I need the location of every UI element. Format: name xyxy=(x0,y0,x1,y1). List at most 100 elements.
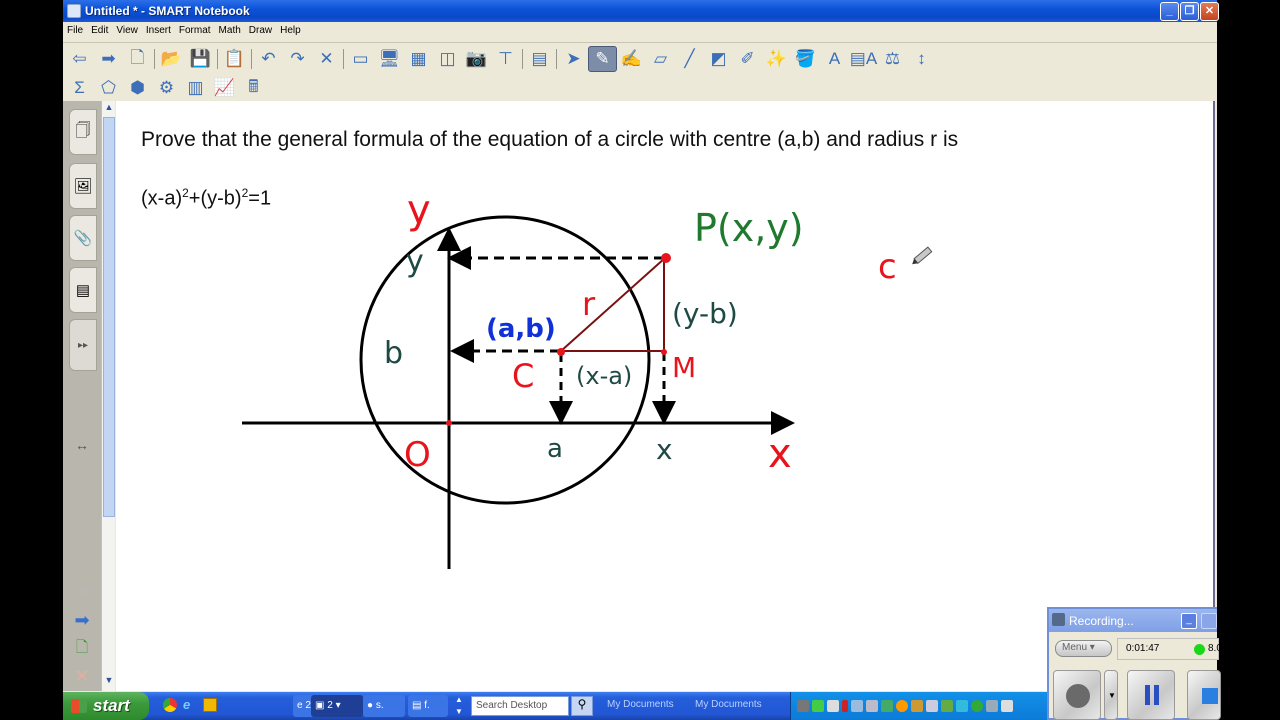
tray-icon-10[interactable] xyxy=(926,700,938,712)
tray-icon-4[interactable] xyxy=(842,700,848,712)
record-button[interactable] xyxy=(1053,670,1101,720)
chrome-icon[interactable] xyxy=(163,698,177,712)
start-button[interactable]: start xyxy=(63,692,149,720)
pen-button[interactable]: ✎ xyxy=(588,46,617,72)
shapes-button[interactable]: ◩ xyxy=(704,46,733,72)
screen-shade-button[interactable]: ▭ xyxy=(346,46,375,72)
tray-icon-3[interactable] xyxy=(827,700,839,712)
tray-icon-1[interactable] xyxy=(797,700,809,712)
forward-button[interactable]: ➡ xyxy=(94,46,123,72)
menu-format[interactable]: Format xyxy=(175,22,215,36)
tab-properties[interactable]: ▤ xyxy=(69,267,97,313)
scrollbar-thumb[interactable] xyxy=(103,117,115,517)
my-documents-link-2[interactable]: My Documents xyxy=(695,699,762,710)
menu-help[interactable]: Help xyxy=(276,22,305,36)
vertical-scrollbar[interactable]: ▲ ▼ xyxy=(101,101,115,691)
eraser-button[interactable]: ▱ xyxy=(646,46,675,72)
full-screen-button[interactable]: 🖥 xyxy=(375,46,404,72)
delete-page-button[interactable]: ✕ xyxy=(69,665,95,687)
stop-button[interactable] xyxy=(1187,670,1221,720)
tab-attachments[interactable]: 📎 xyxy=(69,215,97,261)
menu-insert[interactable]: Insert xyxy=(142,22,175,36)
outlook-icon[interactable] xyxy=(203,698,217,712)
tray-icon-9[interactable] xyxy=(911,700,923,712)
delete-button[interactable]: ✕ xyxy=(312,46,341,72)
restore-button[interactable]: ❐ xyxy=(1180,2,1199,21)
redo-button[interactable]: ↷ xyxy=(283,46,312,72)
add-page-button[interactable]: 🗋 xyxy=(123,46,152,72)
tray-icon-13[interactable] xyxy=(971,700,983,712)
whiteboard-page[interactable]: Prove that the general formula of the eq… xyxy=(116,101,1215,691)
paste-button[interactable]: 📋 xyxy=(220,46,249,72)
attachments-icon: 📎 xyxy=(73,230,93,247)
tray-icon-12[interactable] xyxy=(956,700,968,712)
tray-icon-5[interactable] xyxy=(851,700,863,712)
menu-file[interactable]: File xyxy=(63,22,87,36)
record-options-dropdown[interactable]: ▼ xyxy=(1104,670,1118,720)
scroll-down-arrow[interactable]: ▼ xyxy=(103,675,115,689)
properties-button[interactable]: ▤A xyxy=(849,46,878,72)
my-documents-link-1[interactable]: My Documents xyxy=(607,699,674,710)
math-tools-button[interactable]: 🖩 xyxy=(239,75,268,101)
3d-shapes-button[interactable]: ⬢ xyxy=(123,75,152,101)
tray-icon-15[interactable] xyxy=(1001,700,1013,712)
sigma-button[interactable]: Σ xyxy=(65,75,94,101)
tray-icon-14[interactable] xyxy=(986,700,998,712)
graph-button[interactable]: 📈 xyxy=(210,75,239,101)
shape-recognition-pen-button[interactable]: ✐ xyxy=(733,46,762,72)
screen-capture-button[interactable]: 📷 xyxy=(462,46,491,72)
save-button[interactable]: 💾 xyxy=(186,46,215,72)
taskbar-scroll-arrows[interactable]: ▲ ▼ xyxy=(453,694,465,718)
compass-button[interactable]: ⚙ xyxy=(152,75,181,101)
search-desktop-input[interactable]: Search Desktop xyxy=(471,696,569,716)
search-icon[interactable]: ⚲ xyxy=(571,696,593,716)
tray-icon-8[interactable] xyxy=(896,700,908,712)
previous-page-button[interactable]: ⇦ xyxy=(69,581,95,603)
line-button[interactable]: ╱ xyxy=(675,46,704,72)
pause-button[interactable] xyxy=(1127,670,1175,720)
scroll-up-arrow[interactable]: ▲ xyxy=(103,102,115,116)
tray-icon-11[interactable] xyxy=(941,700,953,712)
taskbar-messenger-item[interactable]: ● s. xyxy=(363,695,405,717)
tab-gallery[interactable]: 🖼 xyxy=(69,163,97,209)
minimize-button[interactable]: _ xyxy=(1160,2,1179,21)
screen: Untitled * - SMART Notebook _ ❐ ✕ File Ed… xyxy=(0,0,1280,720)
close-button[interactable]: ✕ xyxy=(1200,2,1219,21)
back-button[interactable]: ⇦ xyxy=(65,46,94,72)
recorder-minimize-button[interactable]: _ xyxy=(1181,613,1197,629)
next-page-button[interactable]: ➡ xyxy=(69,609,95,631)
menu-math[interactable]: Math xyxy=(215,22,245,36)
tray-icon-7[interactable] xyxy=(881,700,893,712)
shape-button[interactable]: ⬠ xyxy=(94,75,123,101)
text-button[interactable]: A xyxy=(820,46,849,72)
expand-sidebar-button[interactable]: ▸▸ xyxy=(69,319,97,371)
fill-button[interactable]: 🪣 xyxy=(791,46,820,72)
add-page-button[interactable]: 🗋 xyxy=(69,637,95,659)
recorder-maximize-button[interactable] xyxy=(1201,613,1217,629)
measurement-tools-button[interactable]: ⚖ xyxy=(878,46,907,72)
tab-page-sorter[interactable]: 🗍 xyxy=(69,109,97,155)
dual-page-button[interactable]: ◫ xyxy=(433,46,462,72)
ie-icon[interactable]: e xyxy=(183,698,197,712)
menu-edit[interactable]: Edit xyxy=(87,22,112,36)
open-file-button[interactable]: 📂 xyxy=(157,46,186,72)
smart-notebook-icon xyxy=(67,4,81,18)
transparent-background-button[interactable]: ▦ xyxy=(404,46,433,72)
tray-icon-6[interactable] xyxy=(866,700,878,712)
tray-icon-2[interactable] xyxy=(812,700,824,712)
creative-pen-button[interactable]: ✍ xyxy=(617,46,646,72)
taskbar-pdf-item[interactable]: ▤ f. xyxy=(408,695,448,717)
undo-button[interactable]: ↶ xyxy=(254,46,283,72)
move-toolbar-button[interactable]: ↕ xyxy=(907,46,936,72)
table-button[interactable]: ▤ xyxy=(525,46,554,72)
taskbar-smart-notebook-group[interactable]: ▣ 2 ▾ xyxy=(311,695,363,717)
magic-pen-button[interactable]: ✨ xyxy=(762,46,791,72)
document-camera-button[interactable]: ⊤ xyxy=(491,46,520,72)
menu-draw[interactable]: Draw xyxy=(245,22,276,36)
select-button[interactable]: ➤ xyxy=(559,46,588,72)
move-sidebar-icon[interactable]: ↔ xyxy=(69,434,95,456)
table-sum-button[interactable]: ▥ xyxy=(181,75,210,101)
math-tools-icon: 🖩 xyxy=(248,76,259,96)
menu-view[interactable]: View xyxy=(112,22,142,36)
recorder-menu-dropdown[interactable]: Menu ▾ xyxy=(1055,640,1112,657)
